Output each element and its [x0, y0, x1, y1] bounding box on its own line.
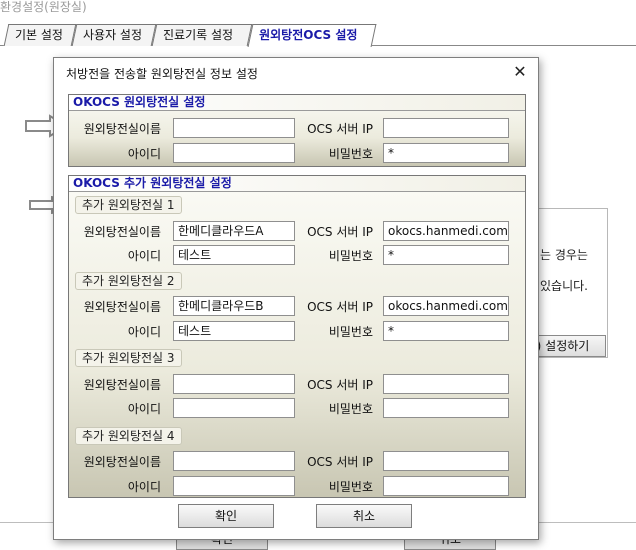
field-label: 아이디 — [127, 402, 161, 416]
field-label: OCS 서버 IP — [307, 300, 373, 314]
field-label: 원외탕전실이름 — [83, 455, 161, 469]
close-icon[interactable]: ✕ — [510, 62, 530, 82]
field-label: 원외탕전실이름 — [83, 225, 161, 239]
field-label: 비밀번호 — [328, 147, 373, 161]
field-label: 비밀번호 — [328, 325, 373, 339]
group-header: OKOCS 원외탕전실 설정 — [69, 95, 525, 111]
field-label: 비밀번호 — [328, 480, 373, 494]
background-text: 있습니다. — [540, 279, 588, 293]
room-name-input[interactable]: 한메디클라우드B — [173, 296, 295, 316]
additional-room-title: 추가 원외탕전실 2 — [75, 272, 182, 290]
tab-label: 진료기록 설정 — [163, 28, 234, 42]
group-header: OKOCS 추가 원외탕전실 설정 — [69, 176, 525, 192]
server-ip-input[interactable] — [383, 118, 509, 138]
field-label: 원외탕전실이름 — [83, 378, 161, 392]
password-input[interactable] — [383, 476, 509, 496]
room-name-input[interactable]: 한메디클라우드A — [173, 221, 295, 241]
additional-room-title: 추가 원외탕전실 1 — [75, 196, 182, 214]
dialog-title: 처방전을 전송할 원외탕전실 정보 설정 — [66, 67, 258, 81]
field-label: 아이디 — [127, 147, 161, 161]
user-id-input[interactable]: 테스트 — [173, 321, 295, 341]
additional-room-title: 추가 원외탕전실 3 — [75, 349, 182, 367]
field-label: 비밀번호 — [328, 249, 373, 263]
user-id-input[interactable] — [173, 398, 295, 418]
additional-ocs-group: OKOCS 추가 원외탕전실 설정 추가 원외탕전실 1 원외탕전실이름 한메디… — [68, 175, 526, 498]
tab-label: 사용자 설정 — [83, 28, 143, 42]
tab-label: 원외탕전OCS 설정 — [259, 28, 358, 42]
cancel-button[interactable]: 취소 — [316, 504, 412, 528]
room-name-input[interactable] — [173, 451, 295, 471]
field-label: OCS 서버 IP — [307, 378, 373, 392]
field-label: 아이디 — [127, 325, 161, 339]
tab-user-settings[interactable]: 사용자 설정 — [71, 24, 157, 46]
primary-ocs-group: OKOCS 원외탕전실 설정 원외탕전실이름 OCS 서버 IP 아이디 비밀번… — [68, 94, 526, 167]
password-input[interactable]: * — [383, 143, 509, 163]
field-label: OCS 서버 IP — [307, 122, 373, 136]
server-ip-input[interactable] — [383, 451, 509, 471]
field-label: 비밀번호 — [328, 402, 373, 416]
user-id-input[interactable]: 테스트 — [173, 245, 295, 265]
user-id-input[interactable] — [173, 143, 295, 163]
window-title: 환경설정(원장실) — [0, 0, 87, 14]
field-label: 원외탕전실이름 — [83, 300, 161, 314]
field-label: OCS 서버 IP — [307, 455, 373, 469]
field-label: 아이디 — [127, 480, 161, 494]
tab-label: 기본 설정 — [15, 28, 63, 42]
server-ip-input[interactable]: okocs.hanmedi.com/ — [383, 221, 509, 241]
field-label: 원외탕전실이름 — [83, 122, 161, 136]
tab-strip: 기본 설정 사용자 설정 진료기록 설정 원외탕전OCS 설정 — [0, 24, 636, 47]
ocs-settings-dialog: 처방전을 전송할 원외탕전실 정보 설정 ✕ OKOCS 원외탕전실 설정 원외… — [53, 57, 539, 540]
ok-button[interactable]: 확인 — [178, 504, 274, 528]
password-input[interactable]: * — [383, 321, 509, 341]
room-name-input[interactable] — [173, 118, 295, 138]
field-label: 아이디 — [127, 249, 161, 263]
tab-medical-record-settings[interactable]: 진료기록 설정 — [151, 24, 253, 46]
background-text: 는 경우는 — [540, 248, 588, 262]
server-ip-input[interactable]: okocs.hanmedi.com/ — [383, 296, 509, 316]
tab-basic-settings[interactable]: 기본 설정 — [3, 24, 77, 46]
field-label: OCS 서버 IP — [307, 225, 373, 239]
tab-ocs-settings[interactable]: 원외탕전OCS 설정 — [247, 24, 377, 47]
password-input[interactable]: * — [383, 245, 509, 265]
user-id-input[interactable] — [173, 476, 295, 496]
password-input[interactable] — [383, 398, 509, 418]
room-name-input[interactable] — [173, 374, 295, 394]
additional-room-title: 추가 원외탕전실 4 — [75, 427, 182, 445]
server-ip-input[interactable] — [383, 374, 509, 394]
